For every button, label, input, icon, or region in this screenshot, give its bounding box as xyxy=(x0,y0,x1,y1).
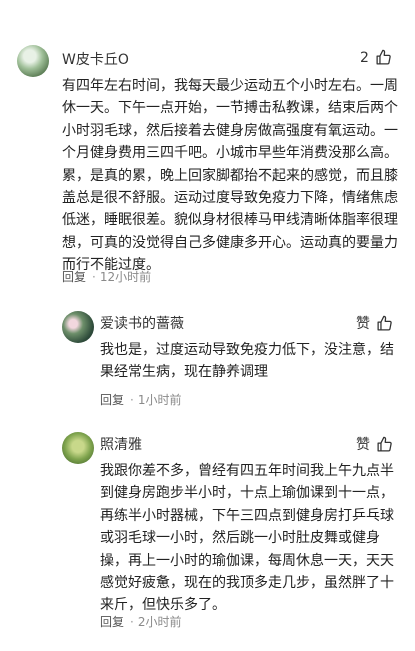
reply-text: 我也是，过度运动导致免疫力低下，没注意，结果经常生病，现在静养调理 xyxy=(100,342,394,381)
like-button[interactable]: 赞 xyxy=(356,313,393,333)
reply-meta: 回复 · 1小时前 xyxy=(100,391,181,408)
comment-username[interactable]: W皮卡丘O xyxy=(62,49,129,69)
separator-dot: · xyxy=(130,392,134,407)
reply-time: 2小时前 xyxy=(137,615,182,629)
reply-button[interactable]: 回复 xyxy=(100,391,124,408)
like-label: 赞 xyxy=(356,316,370,332)
reply-meta: 回复 · 2小时前 xyxy=(100,613,181,630)
reply-text: 我跟你差不多，曾经有四五年时间我上午九点半到健身房跑步半小时，十点上瑜伽课到十一… xyxy=(100,463,394,614)
like-button[interactable]: 赞 xyxy=(356,434,393,454)
thumbs-up-icon xyxy=(377,315,392,331)
reply-button[interactable]: 回复 xyxy=(100,613,124,630)
like-button[interactable]: 2 xyxy=(360,49,392,66)
like-count: 2 xyxy=(360,49,369,66)
reply-time: 1小时前 xyxy=(137,393,182,407)
avatar[interactable] xyxy=(62,432,94,464)
thumbs-up-icon xyxy=(377,436,392,452)
like-label: 赞 xyxy=(356,437,370,453)
reply-button[interactable]: 回复 xyxy=(62,268,86,285)
separator-dot: · xyxy=(92,269,96,284)
reply-username[interactable]: 照清雅 xyxy=(100,434,142,454)
separator-dot: · xyxy=(130,614,134,629)
avatar[interactable] xyxy=(62,311,94,343)
comment-meta: 回复 · 12小时前 xyxy=(62,268,151,285)
comment-text: 有四年左右时间，我每天最少运动五个小时左右。一周休一天。下午一点开始，一节搏击私… xyxy=(62,78,398,274)
reply-username[interactable]: 爱读书的蔷薇 xyxy=(100,313,184,333)
comment-time: 12小时前 xyxy=(99,270,152,284)
avatar[interactable] xyxy=(17,45,49,77)
thumbs-up-icon xyxy=(376,49,391,65)
